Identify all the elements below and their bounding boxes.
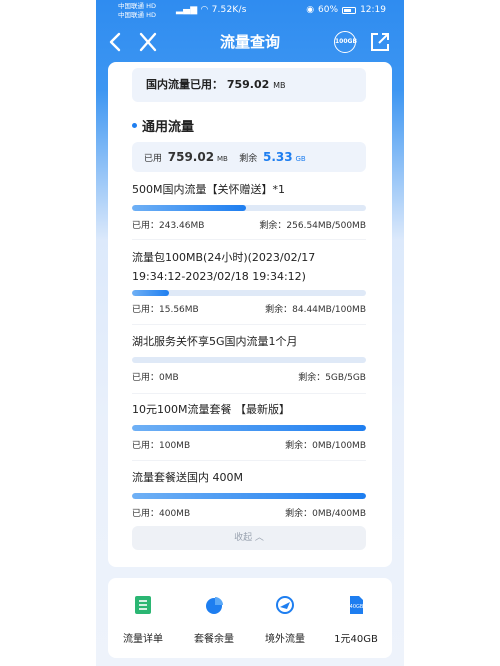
quick-menu: 流量详单 套餐余量 境外流量 40GB 1元40GB — [108, 578, 392, 658]
divider — [132, 460, 366, 461]
package-usage-row: 已用：400MB 剩余：0MB/400MB — [132, 506, 366, 519]
package-item: 流量包100MB(24小时)(2023/02/17 19:34:12-2023/… — [132, 248, 366, 315]
page-title: 流量查询 — [219, 33, 280, 51]
package-name-line2: 19:34:12-2023/02/18 19:34:12) — [132, 270, 306, 283]
menu-item-package-balance[interactable]: 套餐余量 — [179, 594, 249, 645]
usage-bar-fill — [132, 205, 246, 211]
usage-bar-fill — [132, 493, 366, 499]
package-used: 已用：0MB — [132, 373, 179, 383]
package-name: 10元100M流量套餐 【最新版】 — [132, 403, 290, 416]
package-used: 已用：400MB — [132, 509, 191, 519]
status-bar: 中国联通 HD 中国联通 HD ▂▄▆ ◠ 7.52K/s ◉ 60% 12:1… — [96, 0, 404, 22]
usage-bar — [132, 290, 366, 296]
network-speed: ▂▄▆ ◠ 7.52K/s — [176, 5, 247, 15]
menu-item-overseas-traffic[interactable]: 境外流量 — [250, 594, 320, 645]
battery-icon — [342, 6, 357, 14]
general-remain-value: 5.33 — [262, 150, 293, 164]
package-name: 流量套餐送国内 400M — [132, 471, 243, 484]
package-name: 流量包100MB(24小时)(2023/02/17 — [132, 251, 316, 264]
package-usage-row: 已用：15.56MB 剩余：84.44MB/100MB — [132, 302, 366, 315]
divider — [132, 393, 366, 394]
status-right: ◉ 60% 12:19 — [306, 5, 386, 15]
usage-bar — [132, 205, 366, 211]
package-used: 已用：243.46MB — [132, 221, 205, 231]
usage-bar — [132, 493, 366, 499]
package-item: 流量套餐送国内 400M 已用：400MB 剩余：0MB/400MB — [132, 468, 366, 519]
signal-icon: ▂▄▆ — [176, 5, 198, 15]
clock: 12:19 — [360, 5, 386, 15]
domestic-usage-summary: 国内流量已用： 759.02 MB — [132, 68, 366, 102]
package-used: 已用：100MB — [132, 441, 191, 451]
package-remain: 剩余：0MB/100MB — [285, 441, 366, 451]
menu-item-40gb-offer[interactable]: 40GB 1元40GB — [321, 594, 391, 645]
package-item: 湖北服务关怀享5G国内流量1个月 已用：0MB 剩余：5GB/5GB — [132, 332, 366, 383]
general-used-value: 759.02 — [167, 150, 215, 164]
usage-bar — [132, 425, 366, 431]
divider — [132, 324, 366, 325]
usage-bar — [132, 357, 366, 363]
bullet-dot-icon — [132, 123, 137, 128]
package-remain: 剩余：84.44MB/100MB — [265, 305, 366, 315]
package-usage-row: 已用：100MB 剩余：0MB/100MB — [132, 438, 366, 451]
general-usage-box: 已用 759.02 MB 剩余 5.33 GB — [132, 142, 366, 172]
divider — [132, 239, 366, 240]
collapse-button[interactable]: 收起 ︿ — [132, 526, 366, 550]
package-usage-row: 已用：0MB 剩余：5GB/5GB — [132, 370, 366, 383]
battery-percent: 60% — [318, 5, 339, 15]
package-name: 湖北服务关怀享5G国内流量1个月 — [132, 335, 298, 348]
globe-plane-icon — [276, 596, 294, 614]
share-icon[interactable] — [368, 30, 392, 54]
pie-chart-icon — [206, 597, 223, 614]
carrier-2: 中国联通 HD — [118, 11, 156, 19]
package-used: 已用：15.56MB — [132, 305, 199, 315]
package-name: 500M国内流量【关怀赠送】*1 — [132, 183, 285, 196]
package-item: 500M国内流量【关怀赠送】*1 已用：243.46MB 剩余：256.54MB… — [132, 180, 366, 231]
data-card-icon: 40GB — [350, 596, 364, 614]
wifi-icon: ◠ — [200, 5, 209, 15]
package-item: 10元100M流量套餐 【最新版】 已用：100MB 剩余：0MB/100MB — [132, 400, 366, 451]
phone-screen: 中国联通 HD 中国联通 HD ▂▄▆ ◠ 7.52K/s ◉ 60% 12:1… — [96, 0, 404, 666]
usage-bar-fill — [132, 425, 366, 431]
package-remain: 剩余：5GB/5GB — [298, 373, 366, 383]
package-remain: 剩余：256.54MB/500MB — [259, 221, 366, 231]
package-remain: 剩余：0MB/400MB — [285, 509, 366, 519]
carrier-1: 中国联通 HD — [118, 2, 156, 10]
usage-bar-fill — [132, 290, 169, 296]
carrier-info: 中国联通 HD 中国联通 HD — [118, 2, 156, 20]
speed-badge-button[interactable]: 100GB — [334, 31, 357, 53]
menu-item-traffic-detail[interactable]: 流量详单 — [108, 594, 178, 645]
nav-bar: 流量查询 100GB — [96, 22, 404, 62]
traffic-card: 国内流量已用： 759.02 MB 通用流量 已用 759.02 MB 剩余 5… — [108, 62, 392, 567]
eye-icon: ◉ — [306, 5, 315, 15]
list-icon — [135, 596, 151, 614]
domestic-used-value: 759.02 — [226, 78, 270, 91]
section-title: 通用流量 — [132, 116, 194, 135]
package-usage-row: 已用：243.46MB 剩余：256.54MB/500MB — [132, 218, 366, 231]
svg-text:40GB: 40GB — [350, 604, 364, 610]
